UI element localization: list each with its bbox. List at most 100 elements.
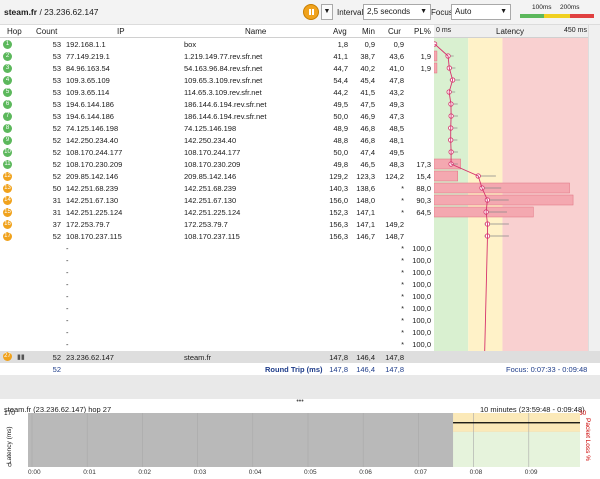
legend-100: 100ms bbox=[532, 4, 552, 11]
latency-title: Latency bbox=[496, 27, 525, 36]
chevron-down-icon: ▼ bbox=[500, 8, 507, 15]
table-row[interactable]: 16 37 172.253.79.7 172.253.79.7 156,3 147,1 14… bbox=[0, 218, 434, 230]
col-count[interactable]: Count bbox=[36, 27, 57, 36]
table-row[interactable]: - * 100,0 bbox=[0, 254, 434, 266]
table-row[interactable]: - * 100,0 bbox=[0, 278, 434, 290]
hop-badge: 15 bbox=[3, 208, 12, 217]
table-row[interactable]: 17 52 108.170.237.115 108.170.237.115 156,3 1… bbox=[0, 230, 434, 242]
ip-cell: 142.251.67.130 bbox=[66, 196, 119, 205]
y-axis-left-label: Latency (ms) bbox=[6, 426, 13, 464]
cur-cell: 48,1 bbox=[389, 136, 404, 145]
table-row[interactable]: 10 52 108.170.244.177 108.170.244.177 50,0 47… bbox=[0, 146, 434, 158]
ip-cell: 142.251.68.239 bbox=[66, 184, 119, 193]
time-tick: 0:00 bbox=[28, 469, 41, 476]
table-row[interactable]: 4 53 109.3.65.109 109.65.3.109.rev.sfr.net 5… bbox=[0, 74, 434, 86]
count-cell: 52 bbox=[52, 172, 61, 181]
table-row[interactable]: - * 100,0 bbox=[0, 314, 434, 326]
cur-cell: * bbox=[401, 328, 404, 337]
table-row[interactable]: 1 53 192.168.1.1 box 1,8 0,9 0,9 bbox=[0, 38, 434, 50]
avg-cell: 156,0 bbox=[329, 196, 348, 205]
table-row[interactable]: 3 53 84.96.163.54 54.163.96.84.rev.sfr.net 4… bbox=[0, 62, 434, 74]
col-pl[interactable]: PL% bbox=[414, 27, 431, 36]
ip-cell: 109.3.65.114 bbox=[66, 88, 110, 97]
table-row[interactable]: 11 52 108.170.230.209 108.170.230.209 49,8 46… bbox=[0, 158, 434, 170]
table-row[interactable]: 14 31 142.251.67.130 142.251.67.130 156,0 148… bbox=[0, 194, 434, 206]
table-row[interactable]: - * 100,0 bbox=[0, 326, 434, 338]
col-cur[interactable]: Cur bbox=[388, 27, 401, 36]
col-hop[interactable]: Hop bbox=[7, 27, 22, 36]
cur-cell: 47,8 bbox=[389, 76, 404, 85]
col-ip[interactable]: IP bbox=[117, 27, 125, 36]
interval-select[interactable]: 2,5 seconds ▼ bbox=[363, 4, 431, 20]
name-cell: 186.144.6.194.rev.sfr.net bbox=[184, 112, 267, 121]
time-tick: 0:07 bbox=[414, 469, 428, 476]
pl-cell: 100,0 bbox=[412, 280, 431, 289]
count-cell: 52 bbox=[52, 136, 61, 145]
name-cell: 1.219.149.77.rev.sfr.net bbox=[184, 52, 263, 61]
pl-cell: 100,0 bbox=[412, 256, 431, 265]
min-cell: 46,8 bbox=[360, 136, 375, 145]
col-name[interactable]: Name bbox=[245, 27, 266, 36]
ip-cell: - bbox=[66, 292, 69, 301]
latency-max: 450 ms bbox=[564, 27, 587, 34]
min-cell: 123,3 bbox=[356, 172, 375, 181]
table-row[interactable]: 6 53 194.6.144.186 186.144.6.194.rev.sfr.ne… bbox=[0, 98, 434, 110]
col-avg[interactable]: Avg bbox=[333, 27, 347, 36]
table-row[interactable]: 7 53 194.6.144.186 186.144.6.194.rev.sfr.ne… bbox=[0, 110, 434, 122]
ip-cell: 194.6.144.186 bbox=[66, 100, 114, 109]
latency-header: 0 ms Latency 450 ms bbox=[434, 25, 588, 37]
count-cell: 53 bbox=[52, 52, 61, 61]
focus-zone-green bbox=[453, 431, 580, 467]
summary-avg: 147,8 bbox=[329, 353, 348, 362]
pl-cell: 100,0 bbox=[412, 340, 431, 349]
table-row[interactable]: 5 53 109.3.65.114 114.65.3.109.rev.sfr.net 4… bbox=[0, 86, 434, 98]
summary-ip: 23.236.62.147 bbox=[66, 353, 114, 362]
name-cell: 108.170.244.177 bbox=[184, 148, 241, 157]
pl-cell: 100,0 bbox=[412, 328, 431, 337]
table-row[interactable]: 12 52 209.85.142.146 209.85.142.146 129,2 123… bbox=[0, 170, 434, 182]
count-cell: 52 bbox=[52, 124, 61, 133]
cur-cell: 48,5 bbox=[389, 124, 404, 133]
name-cell: 142.251.67.130 bbox=[184, 196, 237, 205]
table-row[interactable]: 13 50 142.251.68.239 142.251.68.239 140,3 138… bbox=[0, 182, 434, 194]
empty-pane bbox=[0, 375, 600, 399]
table-row[interactable]: 15 31 142.251.225.124 142.251.225.124 152,3 1… bbox=[0, 206, 434, 218]
name-cell: 54.163.96.84.rev.sfr.net bbox=[184, 64, 263, 73]
table-row[interactable]: - * 100,0 bbox=[0, 242, 434, 254]
table-row[interactable]: - * 100,0 bbox=[0, 302, 434, 314]
hop-badge: 8 bbox=[3, 124, 12, 133]
table-row[interactable]: 2 53 77.149.219.1 1.219.149.77.rev.sfr.net 4… bbox=[0, 50, 434, 62]
pl-cell: 1,9 bbox=[420, 64, 431, 73]
hop-badge: 11 bbox=[3, 160, 12, 169]
pause-dropdown-button[interactable]: ▼ bbox=[321, 4, 333, 20]
vertical-scrollbar[interactable] bbox=[588, 25, 600, 367]
pause-button[interactable] bbox=[303, 4, 319, 20]
name-cell: 142.250.234.40 bbox=[184, 136, 237, 145]
avg-cell: 54,4 bbox=[333, 76, 348, 85]
packet-loss-bar bbox=[433, 170, 458, 182]
cur-cell: * bbox=[401, 280, 404, 289]
avg-cell: 50,0 bbox=[333, 148, 348, 157]
table-row[interactable]: 8 52 74.125.146.198 74.125.146.198 48,9 46,8 4… bbox=[0, 122, 434, 134]
table-row[interactable]: - * 100,0 bbox=[0, 290, 434, 302]
hop-badge: 16 bbox=[3, 220, 12, 229]
name-cell: 186.144.6.194.rev.sfr.net bbox=[184, 100, 267, 109]
name-cell: 172.253.79.7 bbox=[184, 220, 228, 229]
ip-cell: 108.170.237.115 bbox=[66, 232, 122, 241]
col-min[interactable]: Min bbox=[362, 27, 375, 36]
target-ip: 23.236.62.147 bbox=[44, 7, 99, 17]
hop-badge: 7 bbox=[3, 112, 12, 121]
history-chart[interactable] bbox=[28, 413, 580, 467]
avg-cell: 140,3 bbox=[329, 184, 348, 193]
splitter-handle[interactable]: ••• bbox=[289, 398, 311, 405]
focus-select[interactable]: Auto ▼ bbox=[451, 4, 511, 20]
avg-cell: 156,3 bbox=[329, 220, 348, 229]
summary-row[interactable]: 27 ▮▮ 52 23.236.62.147 steam.fr 147,8 14… bbox=[0, 351, 600, 363]
table-row[interactable]: - * 100,0 bbox=[0, 338, 434, 350]
table-row[interactable]: 9 52 142.250.234.40 142.250.234.40 48,8 46,8 4… bbox=[0, 134, 434, 146]
table-row[interactable]: - * 100,0 bbox=[0, 266, 434, 278]
avg-cell: 48,8 bbox=[333, 136, 348, 145]
count-cell: 53 bbox=[52, 100, 61, 109]
hop-badge: 27 bbox=[3, 352, 12, 361]
pl-cell: 17,3 bbox=[416, 160, 431, 169]
